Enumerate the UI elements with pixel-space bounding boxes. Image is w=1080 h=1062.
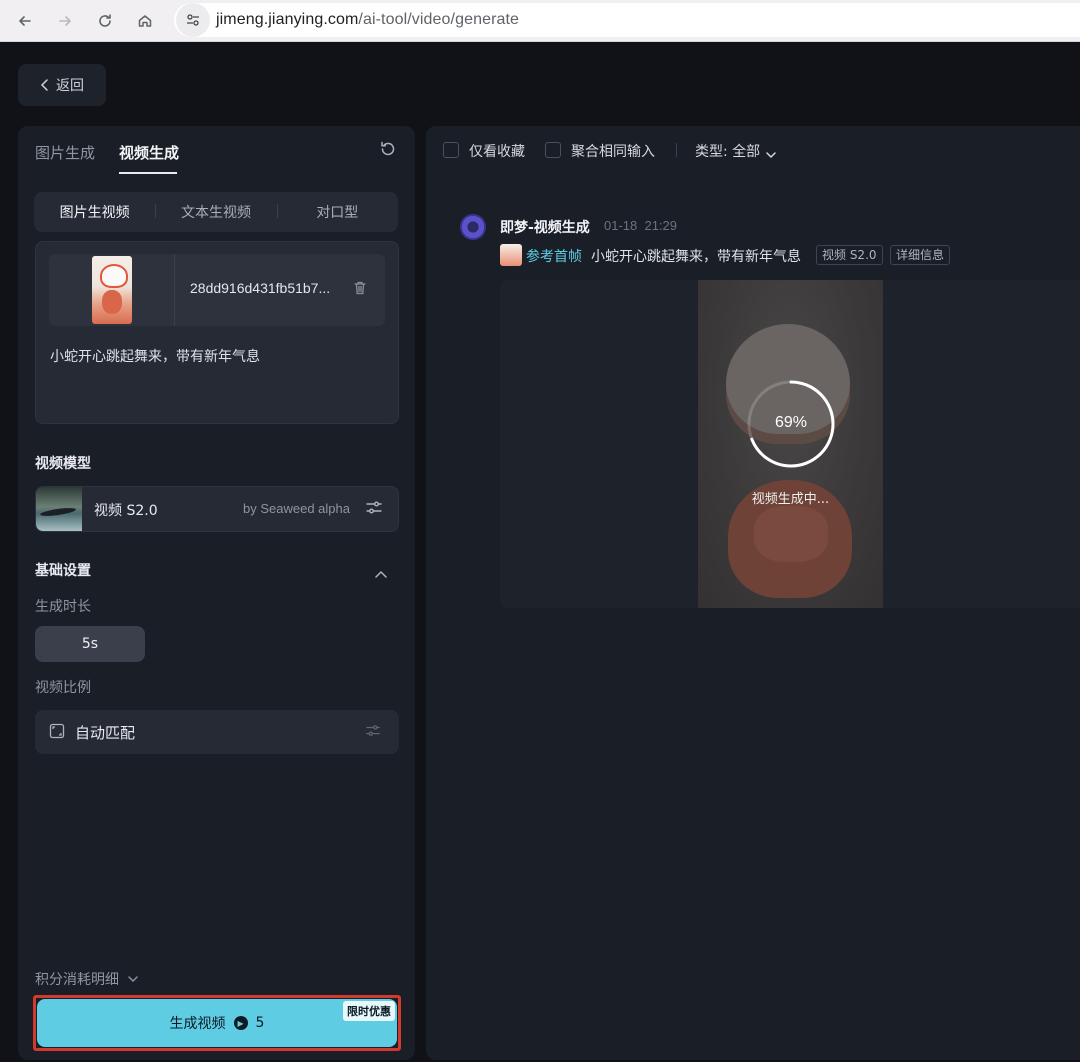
reference-frame-label[interactable]: 参考首帧: [526, 246, 582, 266]
filter-divider: [676, 143, 677, 157]
points-detail-toggle[interactable]: 积分消耗明细: [35, 969, 139, 989]
uploaded-file-row: 28dd916d431fb51b7...: [49, 254, 385, 326]
basic-settings-label: 基础设置: [35, 563, 91, 579]
home-icon[interactable]: [125, 5, 165, 37]
details-tag[interactable]: 详细信息: [890, 245, 951, 265]
chevron-down-icon[interactable]: [765, 144, 777, 163]
jimeng-avatar: [460, 214, 486, 240]
points-detail-label: 积分消耗明细: [35, 972, 119, 988]
tab-image-generation[interactable]: 图片生成: [35, 142, 95, 163]
mode-segmented-control: 图片生视频 文本生视频 对口型: [34, 192, 398, 232]
video-preview-area[interactable]: 69% 视频生成中...: [500, 280, 1080, 608]
active-tab-indicator: [119, 172, 177, 174]
type-filter-dropdown[interactable]: 类型: 全部: [695, 141, 760, 161]
tab-video-generation[interactable]: 视频生成: [119, 142, 179, 163]
trash-icon[interactable]: [352, 280, 368, 300]
filter-bar: 仅看收藏 聚合相同输入 类型: 全部: [426, 126, 1080, 176]
reload-icon[interactable]: [85, 5, 125, 37]
model-name: 视频 S2.0: [94, 503, 158, 519]
points-coin-icon: ▶: [233, 1016, 248, 1030]
duration-label: 生成时长: [35, 599, 91, 615]
generation-title: 即梦-视频生成: [500, 220, 590, 236]
aspect-ratio-icon: [49, 723, 65, 743]
browser-toolbar: jimeng.jianying.com/ai-tool/video/genera…: [0, 0, 1080, 42]
back-arrow-icon[interactable]: [5, 5, 45, 37]
forward-arrow-icon[interactable]: [45, 5, 85, 37]
reference-frame-thumbnail[interactable]: [500, 244, 522, 266]
mode-image-to-video[interactable]: 图片生视频: [34, 202, 155, 222]
chevron-up-icon[interactable]: [374, 564, 388, 583]
mode-text-to-video[interactable]: 文本生视频: [155, 202, 276, 222]
aspect-ratio-label: 视频比例: [35, 680, 91, 696]
generation-prompt: 小蛇开心跳起舞来，带有新年气息: [591, 249, 801, 265]
sliders-icon[interactable]: [365, 499, 383, 521]
url-host: jimeng.jianying.com: [216, 11, 359, 28]
back-label: 返回: [56, 78, 84, 94]
generation-date: 01-18: [604, 218, 638, 233]
uploaded-image-thumbnail[interactable]: [91, 256, 132, 324]
model-selector[interactable]: 视频 S2.0 by Seaweed alpha: [35, 486, 399, 532]
promo-badge: 限时优惠: [343, 1001, 395, 1021]
left-panel: 图片生成 视频生成 图片生视频 文本生视频 对口型 28dd916d431fb5…: [18, 126, 415, 1060]
sliders-icon[interactable]: [365, 723, 381, 743]
generation-timestamp: 01-18 21:29: [604, 218, 677, 233]
url-path: /ai-tool/video/generate: [358, 11, 520, 28]
refresh-icon[interactable]: [379, 140, 397, 162]
favorites-only-checkbox[interactable]: [443, 142, 459, 158]
merge-same-input-checkbox[interactable]: [545, 142, 561, 158]
uploaded-thumbnail-box: [49, 254, 175, 326]
url-text: jimeng.jianying.com/ai-tool/video/genera…: [216, 11, 519, 29]
progress-status: 视频生成中...: [751, 492, 830, 507]
progress-percentage: 69%: [774, 414, 808, 431]
preview-character-belly: [754, 506, 828, 562]
generation-tabs: 图片生成 视频生成: [18, 126, 415, 176]
address-bar[interactable]: jimeng.jianying.com/ai-tool/video/genera…: [174, 3, 1080, 37]
back-button[interactable]: 返回: [18, 64, 106, 106]
chevron-down-icon: [128, 976, 138, 982]
model-tag[interactable]: 视频 S2.0: [816, 245, 883, 265]
prompt-input-card[interactable]: 28dd916d431fb51b7... 小蛇开心跳起舞来，带有新年气息: [35, 241, 399, 424]
model-thumbnail: [36, 487, 82, 531]
aspect-ratio-value: 自动匹配: [75, 724, 136, 742]
prompt-textarea[interactable]: 小蛇开心跳起舞来，带有新年气息: [50, 346, 260, 366]
generation-time: 21:29: [644, 218, 678, 233]
generate-cost: 5: [255, 1015, 265, 1031]
generate-label: 生成视频: [169, 1016, 226, 1032]
uploaded-file-name: 28dd916d431fb51b7...: [190, 280, 331, 296]
chevron-left-icon: [40, 79, 48, 91]
mode-lip-sync[interactable]: 对口型: [276, 202, 398, 222]
aspect-ratio-selector[interactable]: 自动匹配: [35, 710, 399, 754]
generate-video-button[interactable]: 生成视频 ▶ 5 限时优惠: [37, 999, 397, 1047]
duration-option-5s[interactable]: 5s: [35, 626, 145, 662]
video-model-label: 视频模型: [35, 456, 91, 472]
favorites-only-label[interactable]: 仅看收藏: [469, 141, 525, 161]
site-settings-icon[interactable]: [176, 3, 210, 37]
model-provider: by Seaweed alpha: [243, 501, 350, 516]
merge-same-input-label[interactable]: 聚合相同输入: [571, 141, 655, 161]
results-panel: 仅看收藏 聚合相同输入 类型: 全部 即梦-视频生成 01-18 21:29 参…: [426, 126, 1080, 1060]
